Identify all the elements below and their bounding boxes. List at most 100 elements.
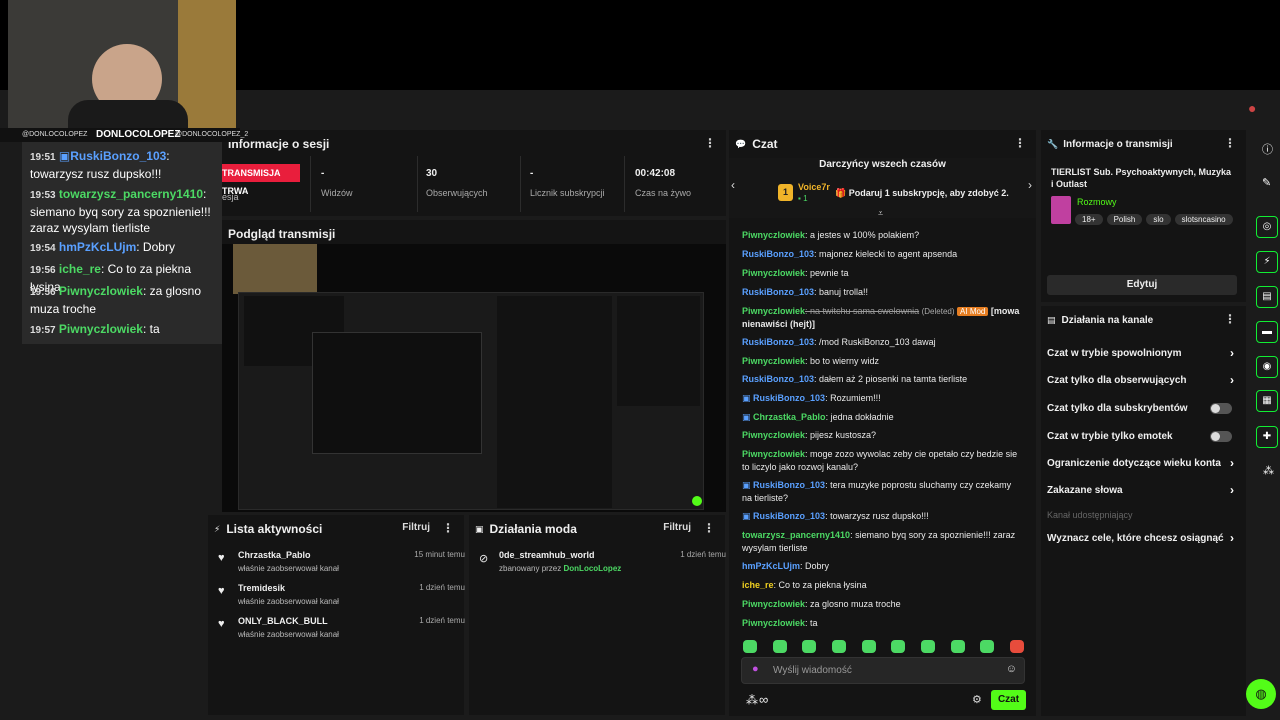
collapse-icon[interactable]: ⩡ [878,208,883,219]
points-icon[interactable]: ⁂ [746,693,758,707]
webcam-name-bar: @DONLOCOLOPEZ DONLOCOLOPEZ @DONLOCOLOPEZ… [0,128,248,142]
chevron-right-icon[interactable]: › [1028,178,1032,192]
subs-only-item: Czat tylko dla subskrybentów [1041,401,1246,417]
edit-button[interactable]: Edytuj [1047,275,1237,295]
chat-send-button[interactable]: Czat [991,690,1026,710]
goals-item[interactable]: Wyznacz cele, które chcesz osiągnąć › [1041,531,1246,547]
right-handle: @DONLOCOLOPEZ_2 [175,131,249,138]
emote-icon[interactable] [802,640,816,653]
emote-icon[interactable] [1010,640,1024,653]
rank-badge: 1 [778,184,793,201]
emote-icon[interactable] [832,640,846,653]
chat-message: Piwnyczlowiek: moge zozo wywolac zeby ci… [742,449,1018,472]
activity-sub: właśnie zaobserwował kanał [238,597,339,606]
chat-message: Piwnyczlowiek: a jestes w 100% polakiem? [742,230,920,240]
lightning-icon[interactable]: ⚡ [1256,251,1278,273]
channel-actions-icon: ▤ [1047,314,1056,325]
chat-input[interactable]: ● Wyślij wiadomość ☺ [741,657,1025,684]
subs-only-toggle[interactable] [1210,403,1232,414]
pencil-icon[interactable]: ✎ [1262,176,1271,189]
slow-mode-item[interactable]: Czat w trybie spowolnionym › [1041,346,1246,362]
mod-title: Działania moda [489,522,577,536]
banned-words-item[interactable]: Zakazane słowa › [1041,483,1246,499]
chat-message: Piwnyczlowiek: pewnie ta [742,268,849,278]
chevron-right-icon: › [1230,483,1234,497]
followers-label: Obserwujących [426,188,488,198]
microphone-icon[interactable]: ● [752,663,759,675]
activity-menu-icon[interactable]: ⋮ [442,521,454,535]
emote-icon[interactable] [862,640,876,653]
followers-value: 30 [426,168,438,179]
chat-overlay: 19:51 ▣RuskiBonzo_103: towarzysz rusz du… [22,142,222,344]
activity-title: Lista aktywności [226,522,323,536]
gift-promo[interactable]: 🎁 Podaruj 1 subskrypcję, aby zdobyć 2. [835,188,1009,199]
followers-only-item[interactable]: Czat tylko dla obserwujących › [1041,373,1246,389]
activity-name[interactable]: Chrzastka_Pablo [238,550,311,560]
chat-menu-icon[interactable]: ⋮ [1014,136,1026,150]
layers-icon[interactable]: ▦ [1256,390,1278,412]
subs-value: - [530,168,534,179]
stream-info-menu-icon[interactable]: ⋮ [1224,136,1236,150]
category-name[interactable]: Rozmowy [1077,197,1117,207]
activity-sub: właśnie zaobserwował kanał [238,564,339,573]
chat-bubble-icon[interactable]: ▬ [1256,321,1278,343]
preview-video[interactable] [222,244,726,512]
emote-icon[interactable] [773,640,787,653]
heart-icon: ♥ [218,552,225,564]
chevron-left-icon[interactable]: ‹ [731,178,735,192]
activity-filter-button[interactable]: Filtruj [402,522,430,533]
tag: slo [1146,214,1171,225]
avatar[interactable]: ● [1248,100,1262,118]
emote-only-toggle[interactable] [1210,431,1232,442]
emote-icon[interactable] [980,640,994,653]
live-badge: TRANSMISJA TRWA [222,164,300,196]
chat-message: Piwnyczlowiek: pijesz kustosza? [742,430,877,440]
live-time-label: Czas na żywo [635,188,692,198]
mod-icon: ▣ [475,523,484,534]
channel-actions-menu-icon[interactable]: ⋮ [1224,312,1236,326]
chat-message: RuskiBonzo_103: banuj trolla!! [742,287,869,297]
account-age-item[interactable]: Ograniczenie dotyczące wieku konta › [1041,456,1246,472]
emote-icon[interactable] [921,640,935,653]
chat-message: towarzysz_pancerny1410: siemano byq sory… [742,530,1016,553]
session-menu-icon[interactable]: ⋮ [704,136,716,150]
support-chat-icon[interactable]: ◍ [1246,679,1276,709]
chat-message: RuskiBonzo_103: dałem aż 2 piosenki na t… [742,374,968,384]
chat-message: RuskiBonzo_103: majonez kielecki to agen… [742,249,958,259]
streamer-name: DONLOCOLOPEZ [96,129,181,140]
emoji-icon[interactable]: ☺ [1006,663,1017,675]
mod-action-name[interactable]: 0de_streamhub_world [499,550,595,560]
activity-name[interactable]: ONLY_BLACK_BULL [238,616,328,626]
gift-icon: 🎁 [835,188,847,198]
mod-filter-button[interactable]: Filtruj [663,522,691,533]
top-donor-count: ▪ 1 [798,194,808,203]
leaderboard-title: Darczyńcy wszech czasów [819,159,946,170]
activity-panel: ⚡ Lista aktywności Filtruj ⋮ ♥ Chrzastka… [208,515,465,715]
ai-mod-badge: AI Mod [957,307,989,316]
emote-icon[interactable] [891,640,905,653]
points-rail-icon[interactable]: ⁂ [1263,464,1274,477]
emote-icon[interactable] [743,640,757,653]
top-donor[interactable]: Voice7r [798,182,830,192]
wrench-tool-icon[interactable]: ✚ [1256,426,1278,448]
activity-name[interactable]: Tremidesik [238,583,285,593]
overlay-message: 19:54 hmPzKcLUjm: Dobry [30,240,175,254]
activity-time: 1 dzień temu [419,583,465,592]
overlay-message: 19:57 Piwnyczlowiek: ta [30,322,160,336]
mod-action-by[interactable]: DonLocoLopez [564,564,622,573]
heart-icon: ♥ [218,585,225,597]
broadcast-icon[interactable]: ◉ [1256,356,1278,378]
mod-action-sub: zbanowany przez [499,564,562,573]
mod-menu-icon[interactable]: ⋮ [703,521,715,535]
left-handle: @DONLOCOLOPEZ [22,131,88,138]
camera-icon[interactable]: ◎ [1256,216,1278,238]
settings-gear-icon[interactable]: ⚙ [972,693,982,706]
document-icon[interactable]: ▤ [1256,286,1278,308]
info-icon[interactable]: ⓘ [1262,141,1273,157]
ban-icon: ⊘ [479,553,489,565]
category-thumbnail [1051,196,1071,224]
emote-icon[interactable] [951,640,965,653]
activity-icon: ⚡ [214,523,221,534]
stream-preview-panel: Podgląd transmisji [222,220,726,512]
stream-title: TIERLIST Sub. Psychoaktywnych, Muzyka i … [1051,167,1232,189]
